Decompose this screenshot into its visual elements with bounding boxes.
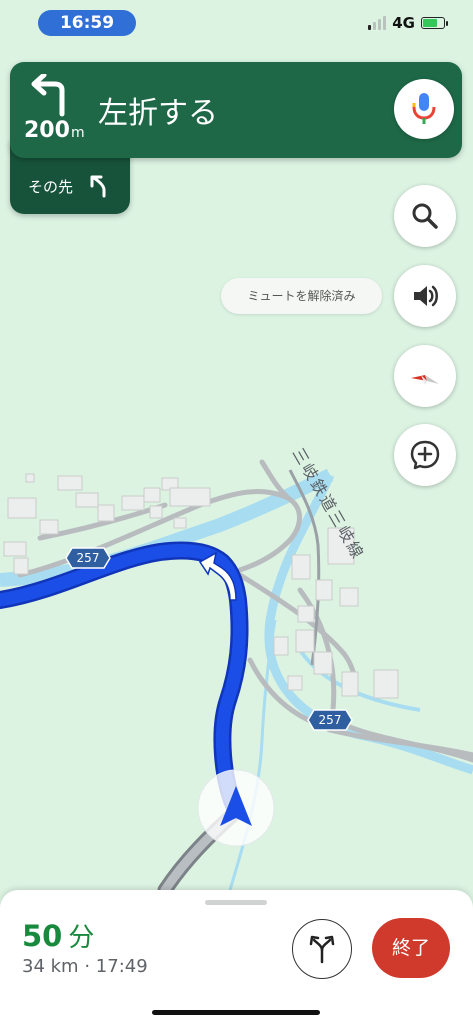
sheet-handle[interactable] (205, 900, 267, 905)
compass-button[interactable] (394, 345, 456, 407)
compass-icon (411, 375, 439, 385)
add-report-icon (410, 440, 440, 470)
route-shield: 257 (65, 547, 111, 569)
building (315, 579, 333, 601)
building (169, 487, 211, 507)
microphone-icon (412, 93, 436, 124)
trip-sheet[interactable]: 50 分 34 km · 17:49 終了 (0, 890, 473, 1024)
turn-left-icon (31, 74, 65, 117)
mute-status-pill: ミュートを解除済み (221, 278, 382, 314)
network-type: 4G (392, 14, 415, 32)
sound-button[interactable] (394, 265, 456, 327)
alternate-routes-button[interactable] (292, 919, 352, 979)
end-navigation-button[interactable]: 終了 (372, 918, 450, 978)
building (39, 519, 59, 535)
signal-icon (368, 16, 387, 30)
building (339, 587, 359, 607)
building (97, 504, 115, 522)
trip-distance: 34 km (22, 956, 79, 977)
search-button[interactable] (394, 185, 456, 247)
building (297, 605, 315, 623)
route-shield: 257 (307, 709, 353, 731)
building (13, 557, 29, 575)
building (341, 671, 359, 697)
trip-duration: 50 分 (22, 919, 95, 953)
building (173, 517, 187, 529)
route-shield-label: 257 (319, 713, 342, 727)
slight-left-icon (90, 175, 106, 198)
volume-icon (414, 285, 438, 307)
distance-to-turn: 200m (24, 118, 85, 143)
building (121, 495, 145, 511)
route-shield-label: 257 (77, 551, 100, 565)
building (75, 492, 99, 508)
building (287, 675, 303, 691)
then-label: その先 (28, 178, 74, 196)
arrival-time: 17:49 (95, 956, 148, 977)
turn-instruction: 左折する (98, 96, 218, 131)
building (373, 669, 399, 699)
building (273, 636, 289, 656)
add-report-button[interactable] (394, 424, 456, 486)
building (295, 629, 315, 653)
status-time: 16:59 (38, 10, 136, 36)
home-indicator[interactable] (152, 1010, 320, 1015)
trip-details: 34 km · 17:49 (22, 956, 148, 977)
separator: · (84, 956, 91, 977)
building (143, 487, 161, 503)
building (313, 651, 333, 675)
battery-icon (421, 17, 448, 29)
building (149, 505, 163, 519)
status-indicators: 4G (368, 14, 448, 32)
building (57, 475, 83, 491)
voice-search-button[interactable] (394, 79, 454, 139)
building (25, 473, 35, 483)
alternate-routes-icon (309, 935, 335, 964)
building (3, 541, 27, 557)
search-icon (412, 203, 438, 229)
building (291, 554, 311, 580)
building (7, 497, 37, 519)
